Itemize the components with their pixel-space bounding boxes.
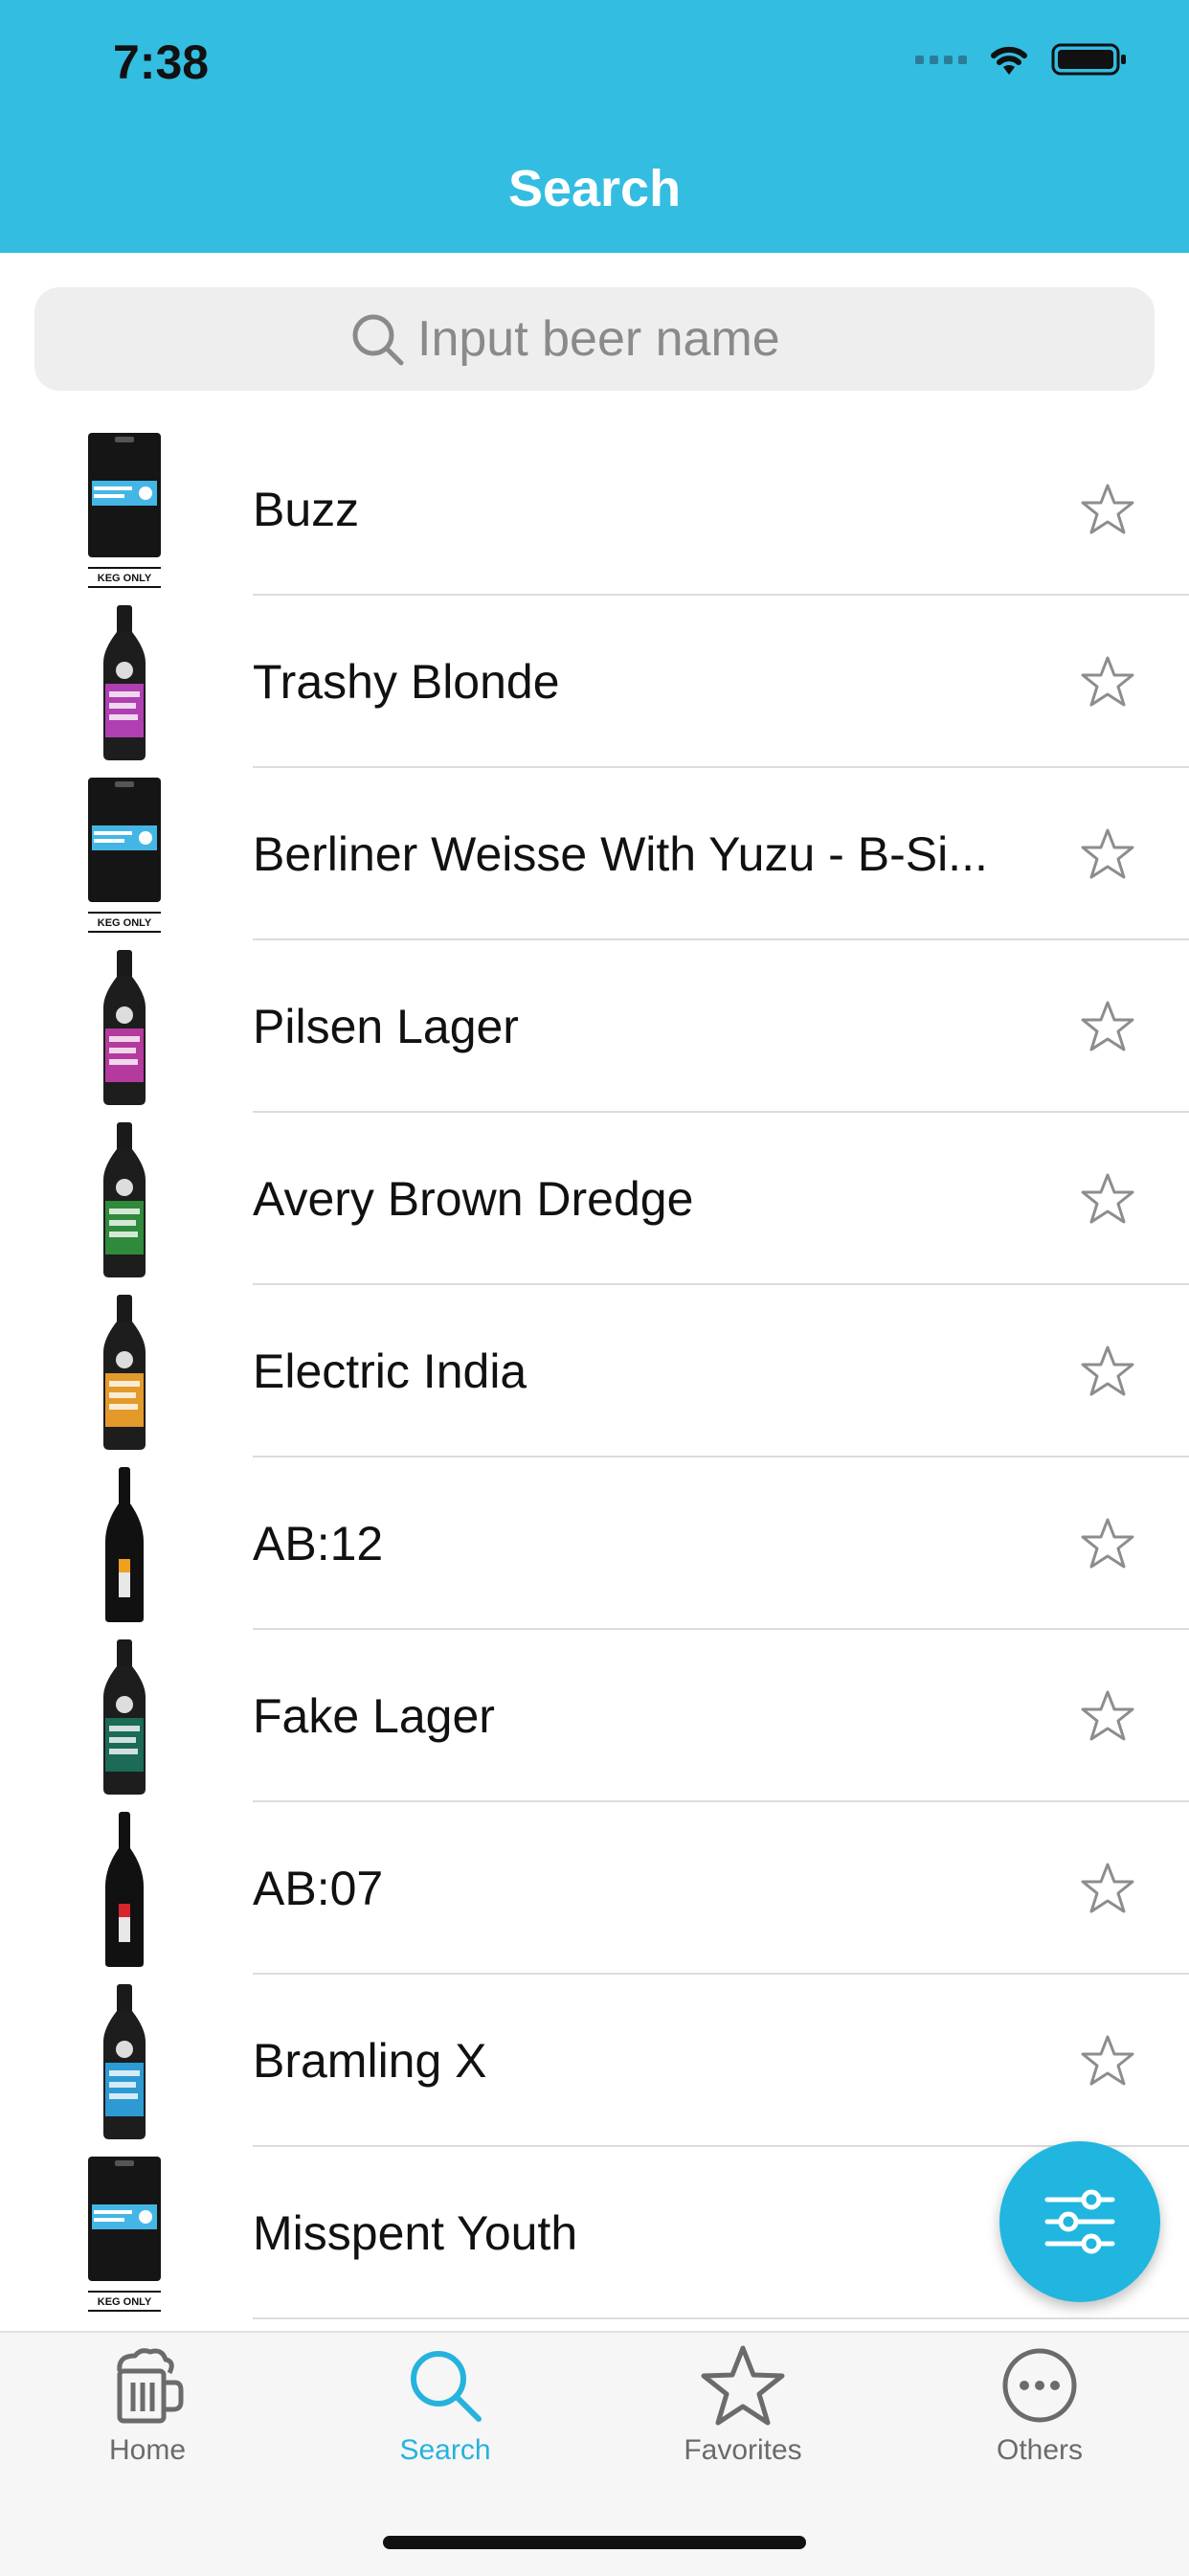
beer-row[interactable]: KEG ONLY Buzz	[0, 423, 1189, 596]
favorite-star-icon[interactable]	[1080, 2034, 1135, 2088]
keg-image: KEG ONLY	[88, 433, 161, 588]
favorite-star-icon[interactable]	[1080, 1000, 1135, 1053]
search-icon	[352, 314, 404, 366]
bottle-image	[103, 1639, 146, 1795]
tab-favorites-label: Favorites	[684, 2434, 802, 2466]
beer-mug-icon	[117, 2348, 184, 2424]
sliders-icon	[1044, 2189, 1115, 2254]
bottle-image	[103, 1122, 146, 1277]
beer-list: KEG ONLY Buzz Trashy Blonde KEG ONLY Berline…	[0, 423, 1189, 2319]
beer-name: Misspent Youth	[253, 2206, 578, 2260]
beer-row[interactable]: AB:07	[0, 1802, 1189, 1975]
keg-image: KEG ONLY	[88, 2157, 161, 2312]
beer-row[interactable]: Avery Brown Dredge	[0, 1113, 1189, 1285]
beer-row[interactable]: Trashy Blonde	[0, 596, 1189, 768]
favorite-star-icon[interactable]	[1080, 1172, 1135, 1226]
wifi-icon	[991, 46, 1027, 75]
star-icon	[701, 2345, 785, 2426]
beer-row[interactable]: Electric India	[0, 1285, 1189, 1457]
favorite-star-icon[interactable]	[1080, 1344, 1135, 1398]
filter-button[interactable]	[999, 2141, 1160, 2302]
beer-name: Pilsen Lager	[253, 1000, 519, 1053]
bottle-image	[105, 1812, 144, 1967]
beer-name: Trashy Blonde	[253, 655, 560, 709]
battery-icon	[1051, 43, 1126, 76]
beer-name: Bramling X	[253, 2034, 487, 2088]
tab-others[interactable]: Others	[925, 2342, 1155, 2467]
beer-name: Electric India	[253, 1344, 527, 1398]
beer-row[interactable]: AB:12	[0, 1457, 1189, 1630]
row-divider	[253, 2317, 1189, 2319]
keg-label: KEG ONLY	[98, 917, 152, 929]
page-title: Search	[507, 160, 682, 217]
keg-label: KEG ONLY	[98, 573, 152, 584]
search-bar[interactable]	[34, 287, 1155, 391]
tab-home[interactable]: Home	[33, 2342, 262, 2467]
beer-name: Buzz	[253, 483, 360, 536]
tab-others-label: Others	[996, 2434, 1084, 2466]
beer-name: Fake Lager	[253, 1689, 495, 1743]
home-indicator	[383, 2536, 806, 2549]
nav-header: 7:38 Search	[0, 0, 1189, 253]
favorite-star-icon[interactable]	[1080, 483, 1135, 536]
bottle-image	[103, 1295, 146, 1450]
favorite-star-icon[interactable]	[1080, 655, 1135, 709]
more-icon	[1002, 2348, 1077, 2423]
bottle-image	[105, 1467, 144, 1622]
beer-name: Avery Brown Dredge	[253, 1172, 694, 1226]
tab-home-label: Home	[108, 2434, 187, 2466]
beer-row[interactable]: Pilsen Lager	[0, 940, 1189, 1113]
cellular-signal-icon	[915, 55, 967, 64]
favorite-star-icon[interactable]	[1080, 827, 1135, 881]
beer-row[interactable]: Bramling X	[0, 1975, 1189, 2147]
bottle-image	[103, 1984, 146, 2139]
search-input[interactable]	[415, 309, 841, 369]
tab-search[interactable]: Search	[330, 2342, 560, 2467]
keg-label: KEG ONLY	[98, 2296, 152, 2308]
bottle-image	[103, 950, 146, 1105]
tab-favorites[interactable]: Favorites	[628, 2342, 858, 2467]
bottle-image	[103, 605, 146, 760]
status-time: 7:38	[113, 35, 210, 89]
favorite-star-icon[interactable]	[1080, 1689, 1135, 1743]
favorite-star-icon[interactable]	[1080, 1517, 1135, 1570]
tab-search-label: Search	[399, 2434, 491, 2466]
beer-name: AB:07	[253, 1862, 384, 1915]
beer-row[interactable]: KEG ONLY Berliner Weisse With Yuzu - B-Si…	[0, 768, 1189, 940]
beer-row[interactable]: Fake Lager	[0, 1630, 1189, 1802]
favorite-star-icon[interactable]	[1080, 1862, 1135, 1915]
beer-name: AB:12	[253, 1517, 384, 1570]
status-icons	[915, 42, 1128, 77]
beer-name: Berliner Weisse With Yuzu - B-Si...	[253, 827, 988, 881]
search-icon	[411, 2351, 482, 2422]
keg-image: KEG ONLY	[88, 778, 161, 933]
